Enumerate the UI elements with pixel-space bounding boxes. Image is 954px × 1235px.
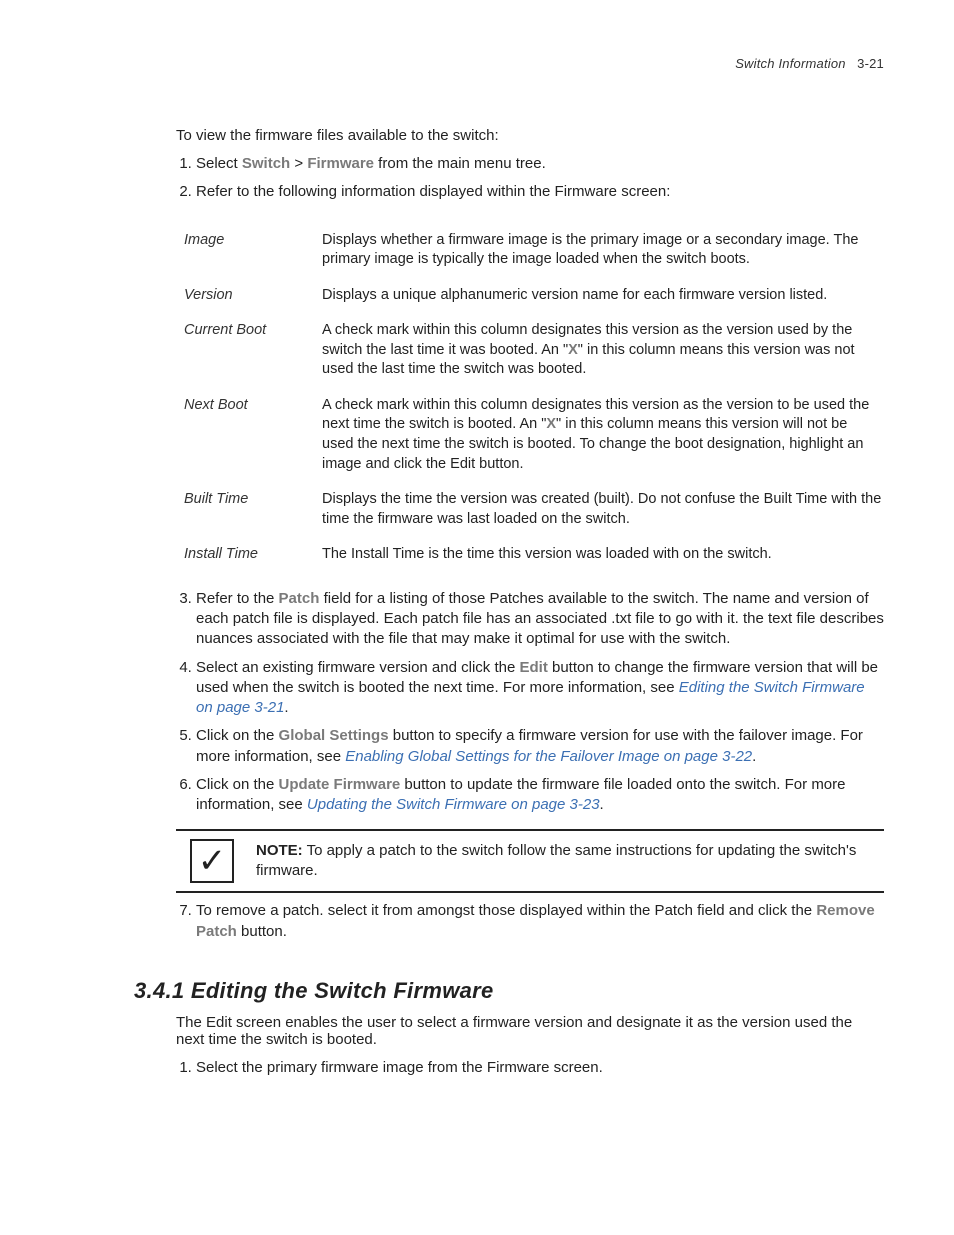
text: Click on the bbox=[196, 727, 279, 744]
table-row: Next Boot A check mark within this colum… bbox=[184, 390, 892, 484]
text: Select an existing firmware version and … bbox=[196, 659, 519, 676]
note-inner: ✓ NOTE: To apply a patch to the switch f… bbox=[176, 831, 884, 891]
term-built-time: Built Time bbox=[184, 484, 322, 539]
desc-install-time: The Install Time is the time this versio… bbox=[322, 539, 892, 575]
term-current-boot: Current Boot bbox=[184, 315, 322, 390]
desc-current-boot: A check mark within this column designat… bbox=[322, 315, 892, 390]
term-next-boot: Next Boot bbox=[184, 390, 322, 484]
x-marker: X bbox=[546, 416, 556, 432]
header-section: Switch Information bbox=[735, 56, 846, 71]
checkmark-icon: ✓ bbox=[190, 839, 234, 883]
header-page: 3-21 bbox=[857, 56, 884, 71]
page-header: Switch Information 3-21 bbox=[70, 56, 884, 71]
step-3: Refer to the Patch field for a listing o… bbox=[196, 589, 884, 650]
definitions-table: Image Displays whether a firmware image … bbox=[184, 225, 892, 575]
step-1: Select Switch > Firmware from the main m… bbox=[196, 154, 884, 174]
switch-label: Switch bbox=[242, 155, 290, 172]
text: Select bbox=[196, 155, 242, 172]
body: To view the firmware files available to … bbox=[176, 127, 884, 1078]
term-install-time: Install Time bbox=[184, 539, 322, 575]
section-341-step-1: Select the primary firmware image from t… bbox=[196, 1058, 884, 1078]
link-update-firmware[interactable]: Updating the Switch Firmware on page 3-2… bbox=[307, 796, 600, 813]
desc-image: Displays whether a firmware image is the… bbox=[322, 225, 892, 280]
text: button. bbox=[237, 923, 287, 940]
steps-list-3: To remove a patch. select it from amongs… bbox=[176, 901, 884, 942]
intro-text: To view the firmware files available to … bbox=[176, 127, 884, 144]
table-row: Image Displays whether a firmware image … bbox=[184, 225, 892, 280]
text: Refer to the bbox=[196, 590, 279, 607]
step-5: Click on the Global Settings button to s… bbox=[196, 726, 884, 767]
note-body: To apply a patch to the switch follow th… bbox=[256, 842, 856, 879]
steps-list-1: Select Switch > Firmware from the main m… bbox=[176, 154, 884, 203]
step-6: Click on the Update Firmware button to u… bbox=[196, 775, 884, 816]
note-text: NOTE: To apply a patch to the switch fol… bbox=[256, 841, 884, 882]
term-version: Version bbox=[184, 280, 322, 316]
text: . bbox=[752, 748, 756, 765]
patch-label: Patch bbox=[279, 590, 320, 607]
section-heading-341: 3.4.1 Editing the Switch Firmware bbox=[134, 978, 884, 1004]
text: . bbox=[600, 796, 604, 813]
text: > bbox=[290, 155, 307, 172]
note-block: ✓ NOTE: To apply a patch to the switch f… bbox=[176, 829, 884, 893]
desc-built-time: Displays the time the version was create… bbox=[322, 484, 892, 539]
step-4: Select an existing firmware version and … bbox=[196, 658, 884, 719]
section-341-para: The Edit screen enables the user to sele… bbox=[176, 1014, 884, 1048]
step-7: To remove a patch. select it from amongs… bbox=[196, 901, 884, 942]
term-image: Image bbox=[184, 225, 322, 280]
text: To remove a patch. select it from amongs… bbox=[196, 902, 816, 919]
note-label: NOTE: bbox=[256, 842, 303, 859]
section-341-steps: Select the primary firmware image from t… bbox=[176, 1058, 884, 1078]
desc-version: Displays a unique alphanumeric version n… bbox=[322, 280, 892, 316]
table-row: Version Displays a unique alphanumeric v… bbox=[184, 280, 892, 316]
text: from the main menu tree. bbox=[374, 155, 546, 172]
x-marker: X bbox=[568, 342, 578, 358]
global-settings-label: Global Settings bbox=[279, 727, 389, 744]
desc-next-boot: A check mark within this column designat… bbox=[322, 390, 892, 484]
text: Click on the bbox=[196, 776, 279, 793]
edit-label: Edit bbox=[519, 659, 547, 676]
step-2: Refer to the following information displ… bbox=[196, 182, 884, 202]
text: . bbox=[284, 699, 288, 716]
table-row: Current Boot A check mark within this co… bbox=[184, 315, 892, 390]
firmware-label: Firmware bbox=[307, 155, 374, 172]
page: Switch Information 3-21 To view the firm… bbox=[0, 0, 954, 1235]
steps-list-2: Refer to the Patch field for a listing o… bbox=[176, 589, 884, 816]
link-global-settings[interactable]: Enabling Global Settings for the Failove… bbox=[345, 748, 752, 765]
table-row: Built Time Displays the time the version… bbox=[184, 484, 892, 539]
table-row: Install Time The Install Time is the tim… bbox=[184, 539, 892, 575]
update-firmware-label: Update Firmware bbox=[279, 776, 401, 793]
